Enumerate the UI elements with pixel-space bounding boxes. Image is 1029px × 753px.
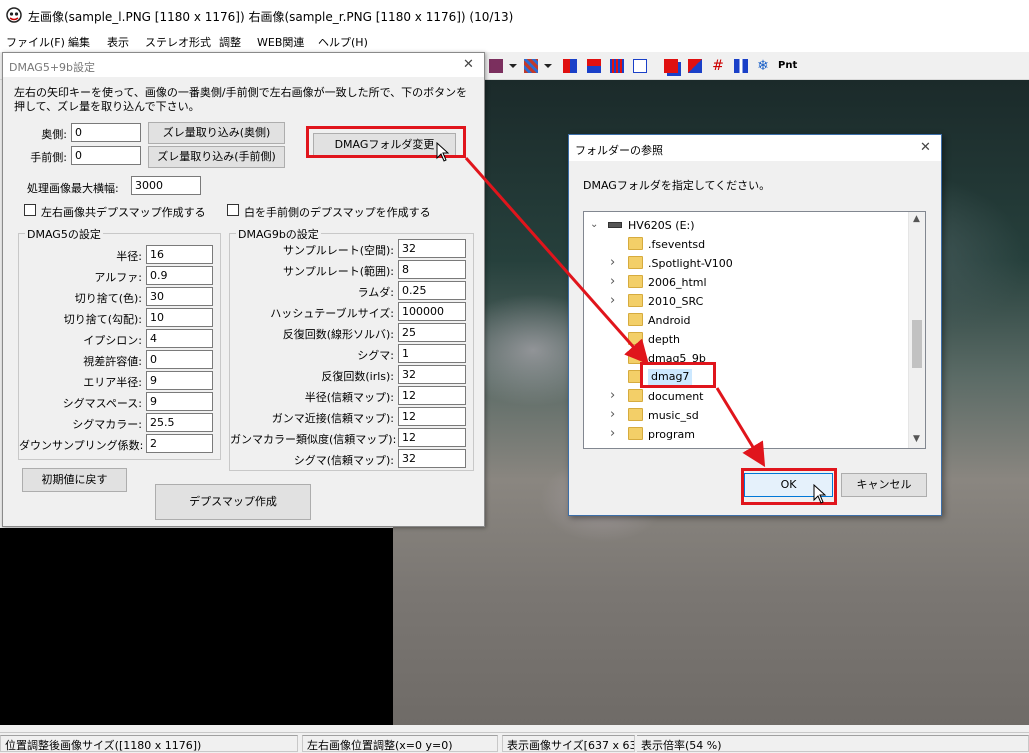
cursor-icon xyxy=(436,142,450,162)
annotation-arrow-2 xyxy=(715,387,766,468)
cursor-icon xyxy=(813,484,827,504)
annotation-arrow-1 xyxy=(464,157,649,365)
annotation-arrows xyxy=(464,157,766,468)
